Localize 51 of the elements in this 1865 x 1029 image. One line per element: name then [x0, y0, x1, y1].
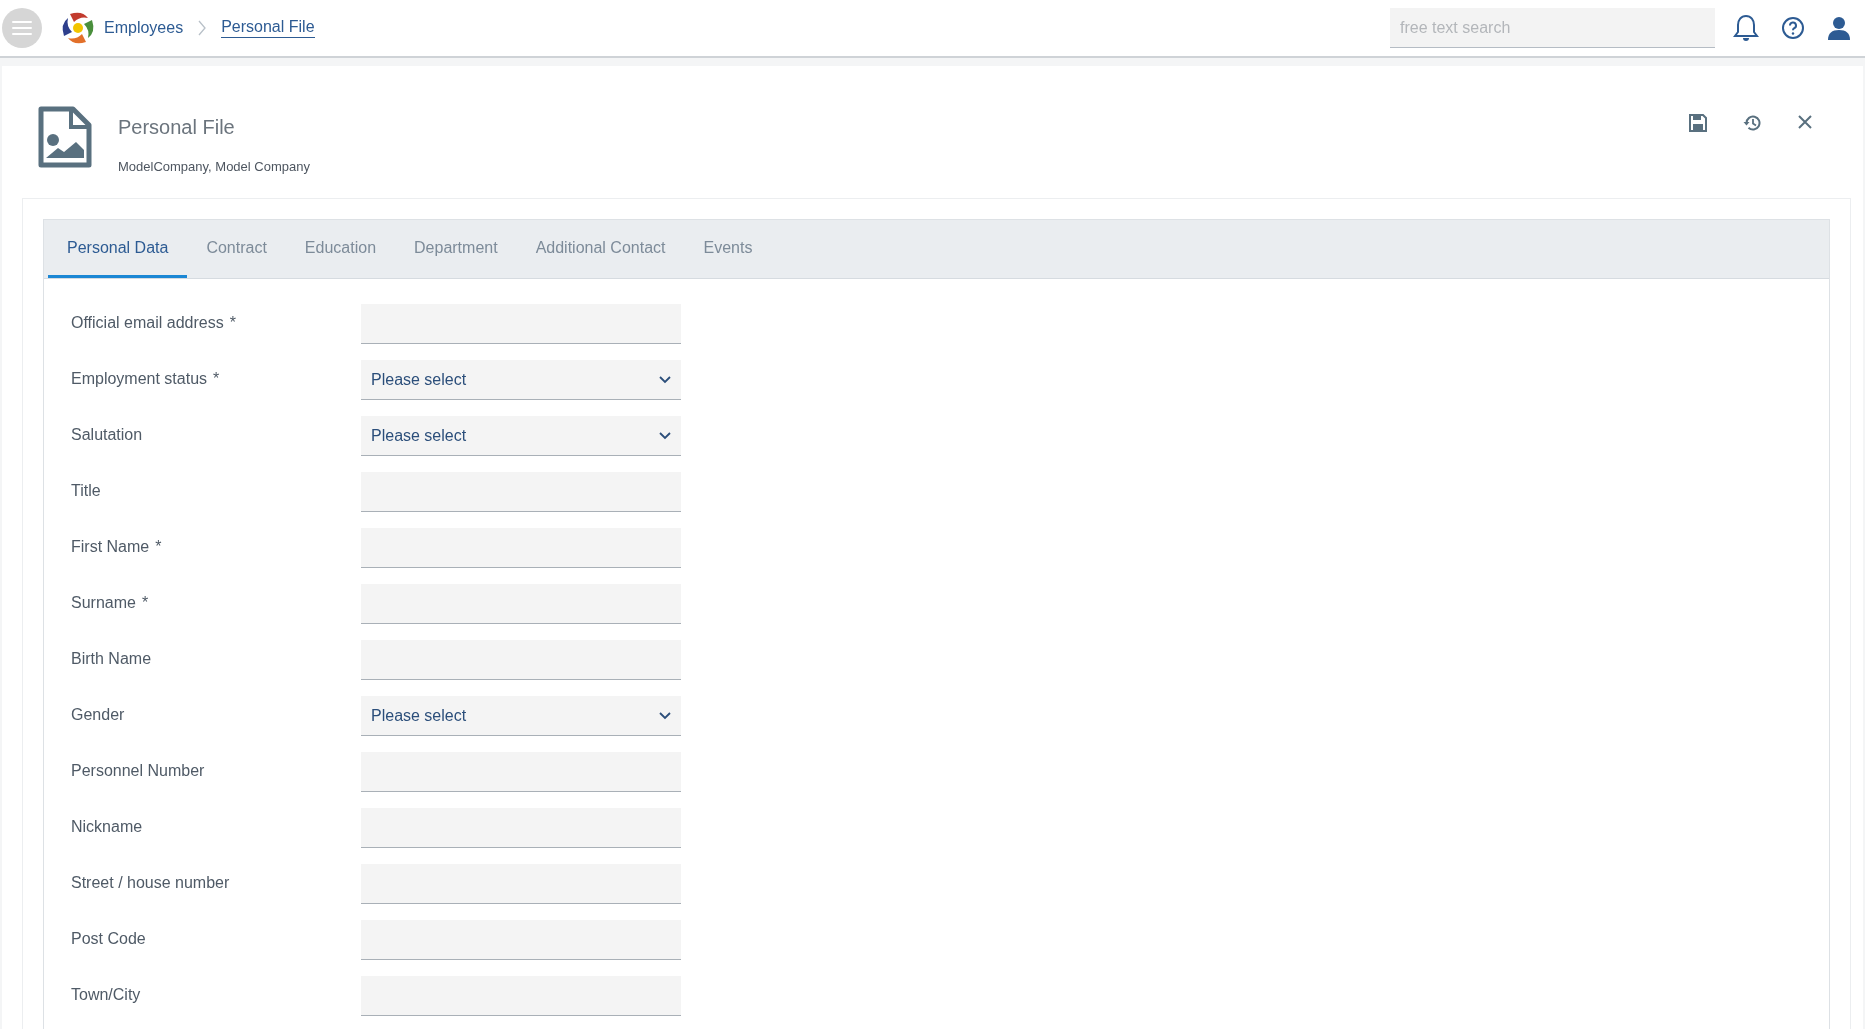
input-field[interactable] — [361, 304, 681, 344]
select-field[interactable]: Please select — [361, 696, 681, 736]
bell-icon — [1733, 14, 1759, 42]
input-field[interactable] — [361, 976, 681, 1016]
page-title: Personal File — [118, 116, 236, 139]
input-field[interactable] — [361, 472, 681, 512]
chevron-down-icon — [659, 375, 671, 384]
tab[interactable]: Additional Contact — [516, 220, 685, 278]
field-label: Gender — [71, 706, 125, 724]
logo-icon — [60, 10, 96, 46]
field-label: Employment status — [71, 370, 208, 388]
field-label: Nickname — [71, 818, 143, 836]
field-label: Personnel Number — [71, 762, 205, 780]
menu-button[interactable] — [2, 8, 42, 48]
chevron-right-icon — [197, 20, 208, 36]
menu-icon — [12, 21, 32, 35]
required-marker: * — [141, 594, 149, 612]
breadcrumb-link[interactable]: Employees — [104, 18, 184, 38]
input-field[interactable] — [361, 920, 681, 960]
history-icon — [1743, 114, 1761, 132]
input-field[interactable] — [361, 808, 681, 848]
close-icon — [1797, 114, 1813, 130]
input-field[interactable] — [361, 584, 681, 624]
input-field[interactable] — [361, 640, 681, 680]
field-label: First Name — [71, 538, 150, 556]
help-icon — [1781, 16, 1805, 40]
company-name: ModelCompany, Model Company — [118, 159, 310, 174]
field-label: Surname — [71, 594, 136, 612]
chevron-down-icon — [659, 431, 671, 440]
required-marker: * — [213, 370, 220, 388]
input-field[interactable] — [361, 864, 681, 904]
save-icon — [1689, 114, 1707, 132]
field-label: Post Code — [71, 930, 146, 948]
field-label: Salutation — [71, 426, 143, 444]
select-field[interactable]: Please select — [361, 416, 681, 456]
select-field[interactable]: Please select — [361, 360, 681, 400]
tab[interactable]: Personal Data — [48, 220, 188, 278]
search-field[interactable]: free text search — [1390, 8, 1715, 48]
image-file-icon — [38, 106, 92, 168]
field-label: Town/City — [71, 986, 141, 1004]
required-marker: * — [155, 538, 162, 556]
field-label: Street / house number — [71, 874, 230, 892]
user-icon — [1827, 16, 1851, 40]
field-label: Official email address — [71, 314, 224, 332]
field-label: Title — [71, 482, 101, 500]
field-label: Birth Name — [71, 650, 152, 668]
input-field[interactable] — [361, 528, 681, 568]
breadcrumb-link[interactable]: Personal File — [221, 18, 315, 38]
input-field[interactable] — [361, 752, 681, 792]
required-marker: * — [229, 314, 236, 332]
chevron-down-icon — [659, 711, 671, 720]
